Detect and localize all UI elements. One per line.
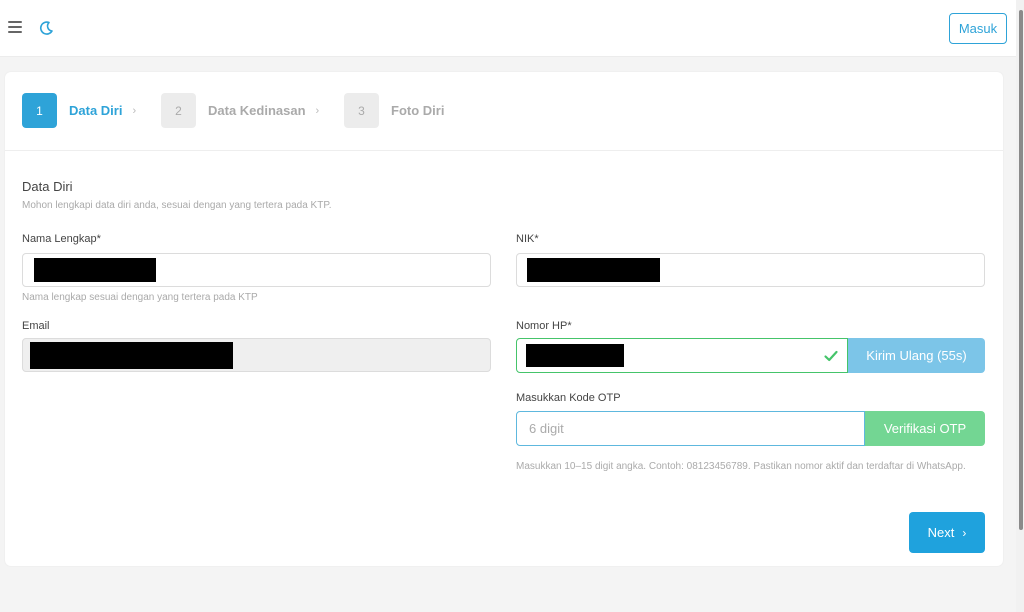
phone-input[interactable] — [516, 338, 848, 373]
nik-label: NIK* — [516, 233, 539, 245]
next-button[interactable]: Next › — [909, 512, 985, 553]
step-number: 3 — [344, 93, 379, 128]
redacted-value — [34, 258, 156, 282]
step-foto-diri[interactable]: 3 Foto Diri — [344, 93, 444, 128]
step-data-kedinasan[interactable]: 2 Data Kedinasan › — [161, 93, 319, 128]
section-subtitle: Mohon lengkapi data diri anda, sesuai de… — [22, 200, 332, 211]
redacted-value — [30, 342, 233, 369]
step-label: Data Kedinasan — [208, 103, 306, 118]
check-icon — [824, 350, 838, 362]
redacted-value — [527, 258, 660, 282]
full-name-input[interactable] — [22, 253, 491, 287]
email-label: Email — [22, 320, 50, 332]
scrollbar-thumb[interactable] — [1019, 10, 1023, 530]
chevron-right-icon: › — [132, 104, 137, 117]
email-input — [22, 338, 491, 372]
full-name-hint: Nama lengkap sesuai dengan yang tertera … — [22, 292, 258, 303]
step-number: 2 — [161, 93, 196, 128]
otp-field-group: Verifikasi OTP — [516, 411, 985, 446]
otp-input[interactable] — [516, 411, 865, 446]
verify-otp-button[interactable]: Verifikasi OTP — [865, 411, 985, 446]
step-label: Data Diri — [69, 103, 123, 118]
next-label: Next — [927, 525, 955, 540]
top-bar: Masuk — [0, 0, 1016, 57]
moon-icon[interactable] — [38, 20, 54, 36]
registration-card: 1 Data Diri › 2 Data Kedinasan › 3 Foto … — [5, 72, 1003, 566]
login-button[interactable]: Masuk — [949, 13, 1007, 44]
full-name-label: Nama Lengkap* — [22, 233, 101, 245]
resend-otp-button[interactable]: Kirim Ulang (55s) — [848, 338, 985, 373]
chevron-right-icon: › — [315, 104, 320, 117]
otp-hint: Masukkan 10–15 digit angka. Contoh: 0812… — [516, 461, 966, 472]
phone-field-group: Kirim Ulang (55s) — [516, 338, 985, 373]
step-number: 1 — [22, 93, 57, 128]
nik-input[interactable] — [516, 253, 985, 287]
stepper: 1 Data Diri › 2 Data Kedinasan › 3 Foto … — [5, 72, 1003, 151]
section-title: Data Diri — [22, 179, 73, 194]
phone-label: Nomor HP* — [516, 320, 572, 332]
step-label: Foto Diri — [391, 103, 445, 118]
menu-icon[interactable] — [8, 21, 22, 33]
chevron-right-icon: › — [962, 525, 967, 540]
redacted-value — [526, 344, 624, 367]
step-data-diri[interactable]: 1 Data Diri › — [22, 93, 136, 128]
otp-label: Masukkan Kode OTP — [516, 392, 621, 404]
